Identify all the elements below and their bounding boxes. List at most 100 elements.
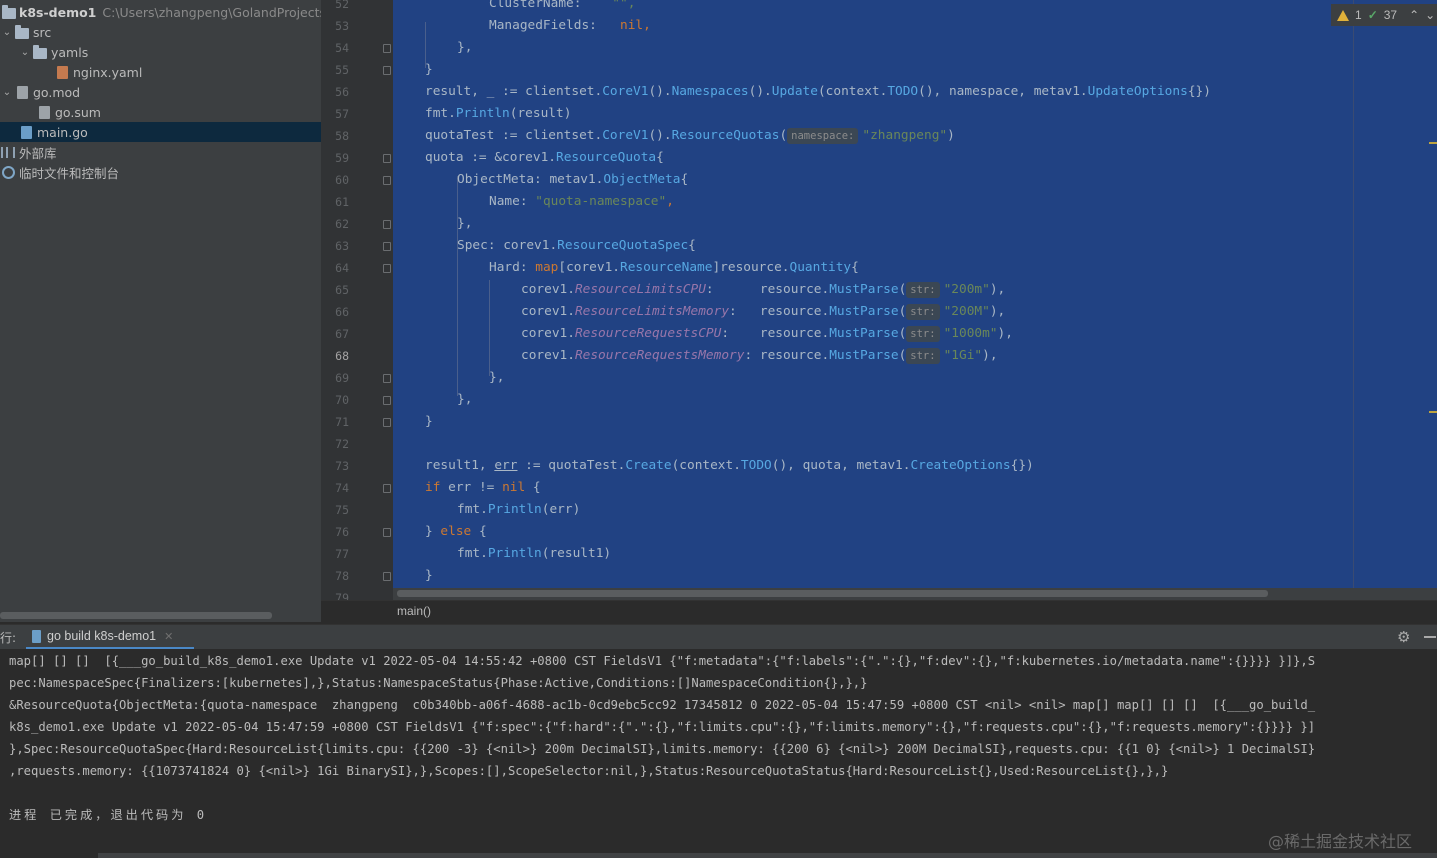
editor-horizontal-scrollbar[interactable] bbox=[393, 588, 1437, 600]
warning-count: 1 bbox=[1355, 8, 1362, 22]
chevron-down-icon[interactable]: ⌄ bbox=[0, 87, 14, 98]
fold-marker-icon[interactable] bbox=[383, 176, 391, 185]
warning-icon bbox=[1337, 9, 1349, 21]
code-line-75: fmt.Println(err) bbox=[457, 502, 581, 517]
line-number: 53 bbox=[335, 19, 349, 33]
code-line-76: } else { bbox=[425, 524, 487, 539]
chevron-down-icon[interactable]: ⌄ bbox=[0, 27, 14, 38]
line-number: 79 bbox=[335, 591, 349, 600]
tree-item-root[interactable]: k8s-demo1 C:\Users\zhangpeng\GolandProje… bbox=[0, 2, 321, 22]
file-icon bbox=[36, 105, 52, 119]
code-line-69: }, bbox=[489, 370, 505, 385]
error-stripe-mark[interactable] bbox=[1429, 142, 1437, 144]
error-stripe-mark[interactable] bbox=[1429, 411, 1437, 413]
tree-item-main-go[interactable]: main.go bbox=[0, 122, 321, 142]
line-number: 59 bbox=[335, 151, 349, 165]
code-line-52: ClusterName: "", bbox=[489, 0, 636, 11]
code-line-61: Name: "quota-namespace", bbox=[489, 194, 674, 209]
scrollbar-thumb[interactable] bbox=[397, 590, 1268, 597]
breadcrumb-item[interactable]: main() bbox=[397, 604, 431, 618]
chevron-down-icon[interactable]: ⌄ bbox=[1425, 8, 1435, 22]
line-number: 76 bbox=[335, 525, 349, 539]
fold-marker-icon[interactable] bbox=[383, 374, 391, 383]
tree-item-label: src bbox=[33, 24, 52, 40]
tree-item-nginx-yaml[interactable]: nginx.yaml bbox=[0, 62, 321, 82]
tree-item-external-libraries[interactable]: 外部库 bbox=[0, 142, 321, 162]
line-number: 68 bbox=[335, 349, 349, 363]
folder-icon bbox=[32, 44, 48, 59]
code-line-56: result, _ := clientset.CoreV1().Namespac… bbox=[425, 84, 1211, 99]
fold-marker-icon[interactable] bbox=[383, 242, 391, 251]
gear-icon[interactable]: ⚙ bbox=[1397, 628, 1410, 646]
code-line-63: Spec: corev1.ResourceQuotaSpec{ bbox=[457, 238, 696, 253]
tree-item-src[interactable]: ⌄ src bbox=[0, 22, 321, 42]
project-tool-window: k8s-demo1 C:\Users\zhangpeng\GolandProje… bbox=[0, 0, 321, 622]
code-line-59: quota := &corev1.ResourceQuota{ bbox=[425, 150, 664, 165]
chevron-up-icon[interactable]: ⌃ bbox=[1409, 8, 1419, 22]
line-number: 61 bbox=[335, 195, 349, 209]
fold-marker-icon[interactable] bbox=[383, 572, 391, 581]
line-number: 73 bbox=[335, 459, 349, 473]
code-line-58: quotaTest := clientset.CoreV1().Resource… bbox=[425, 128, 955, 144]
line-number: 55 bbox=[335, 63, 349, 77]
library-icon bbox=[0, 145, 16, 159]
line-number: 66 bbox=[335, 305, 349, 319]
run-console[interactable]: map[] [] [] [{___go_build_k8s_demo1.exe … bbox=[0, 649, 1437, 858]
fold-marker-icon[interactable] bbox=[383, 264, 391, 273]
project-horizontal-scrollbar[interactable] bbox=[0, 612, 272, 619]
tree-item-yamls[interactable]: ⌄ yamls bbox=[0, 42, 321, 62]
code-editor[interactable]: ClusterName: "", ManagedFields: nil, }, … bbox=[393, 0, 1437, 600]
tree-item-label: yamls bbox=[51, 44, 89, 60]
fold-marker-icon[interactable] bbox=[383, 484, 391, 493]
code-line-60: ObjectMeta: metav1.ObjectMeta{ bbox=[457, 172, 689, 187]
console-line: },Spec:ResourceQuotaSpec{Hard:ResourceLi… bbox=[9, 742, 1316, 756]
fold-marker-icon[interactable] bbox=[383, 418, 391, 427]
fold-marker-icon[interactable] bbox=[383, 66, 391, 75]
line-number: 75 bbox=[335, 503, 349, 517]
fold-marker-icon[interactable] bbox=[383, 220, 391, 229]
minimize-icon[interactable] bbox=[1424, 636, 1436, 638]
fold-marker-icon[interactable] bbox=[383, 154, 391, 163]
console-line-exit: 进程 已完成，退出代码为 0 bbox=[9, 808, 208, 822]
tree-item-go-sum[interactable]: go.sum bbox=[0, 102, 321, 122]
code-line-55: } bbox=[425, 62, 433, 77]
fold-marker-icon[interactable] bbox=[383, 44, 391, 53]
line-number: 57 bbox=[335, 107, 349, 121]
scratch-icon bbox=[0, 165, 16, 179]
line-number: 70 bbox=[335, 393, 349, 407]
line-number: 56 bbox=[335, 85, 349, 99]
indent-guide bbox=[489, 280, 490, 376]
watermark: @稀土掘金技术社区 bbox=[1268, 832, 1413, 851]
tree-item-scratches[interactable]: 临时文件和控制台 bbox=[0, 162, 321, 182]
console-horizontal-scrollbar[interactable] bbox=[98, 853, 1437, 858]
folder-icon bbox=[2, 4, 16, 19]
line-number: 74 bbox=[335, 481, 349, 495]
line-number: 72 bbox=[335, 437, 349, 451]
code-line-53: ManagedFields: nil, bbox=[489, 18, 651, 33]
line-number: 54 bbox=[335, 41, 349, 55]
run-tab[interactable]: go build k8s-demo1 ✕ bbox=[26, 625, 194, 650]
check-icon: ✓ bbox=[1367, 8, 1378, 22]
line-number: 67 bbox=[335, 327, 349, 341]
code-line-68: corev1.ResourceRequestsMemory: resource.… bbox=[521, 348, 998, 364]
inspection-widget[interactable]: 1 ✓ 37 ⌃ ⌄ bbox=[1331, 4, 1437, 26]
tree-item-label: 临时文件和控制台 bbox=[19, 165, 120, 181]
line-number: 63 bbox=[335, 239, 349, 253]
parameter-hint: str: bbox=[906, 304, 940, 320]
chevron-down-icon[interactable]: ⌄ bbox=[18, 47, 32, 58]
tree-item-go-mod[interactable]: ⌄ go.mod bbox=[0, 82, 321, 102]
code-line-57: fmt.Println(result) bbox=[425, 106, 572, 121]
code-line-77: fmt.Println(result1) bbox=[457, 546, 612, 561]
fold-marker-icon[interactable] bbox=[383, 528, 391, 537]
file-icon bbox=[14, 85, 30, 99]
line-number: 52 bbox=[335, 0, 349, 11]
close-icon[interactable]: ✕ bbox=[164, 630, 173, 643]
tree-item-label: go.mod bbox=[33, 84, 81, 100]
code-line-78: } bbox=[425, 568, 433, 583]
parameter-hint: namespace: bbox=[787, 128, 859, 144]
code-line-65: corev1.ResourceLimitsCPU: resource.MustP… bbox=[521, 282, 1006, 298]
line-number: 78 bbox=[335, 569, 349, 583]
fold-marker-icon[interactable] bbox=[383, 396, 391, 405]
code-line-73: result1, err := quotaTest.Create(context… bbox=[425, 458, 1034, 473]
yaml-file-icon bbox=[54, 65, 70, 79]
